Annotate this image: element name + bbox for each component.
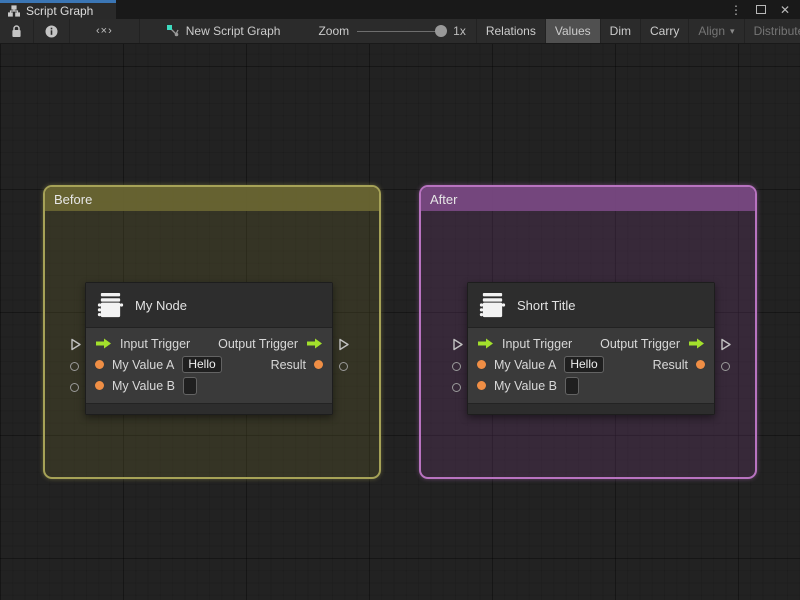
port-row-triggers: Input Trigger Output Trigger [86,333,332,354]
tab-bar: Script Graph ⋮ ✕ [0,0,800,19]
port-row-value-b: My Value B [468,375,714,396]
result-port-icon[interactable] [339,362,348,371]
input-trigger-port-icon[interactable] [70,338,82,351]
group-before-label: Before [54,191,93,207]
flow-arrow-icon[interactable] [477,338,494,349]
info-button[interactable] [34,19,70,43]
values-button[interactable]: Values [545,19,601,43]
node-my-node[interactable]: My Node Input Trigger Output Trigger My … [70,282,349,415]
zoom-label: Zoom [318,24,350,38]
result-label: Result [270,357,306,372]
flow-arrow-icon[interactable] [688,338,705,349]
value-port-icon[interactable] [477,381,486,390]
value-b-input[interactable] [565,376,579,395]
value-port-icon[interactable] [696,360,705,369]
port-row-value-a: My Value A Hello Result [468,354,714,375]
new-script-graph-label: New Script Graph [185,24,281,38]
lock-icon [11,24,22,38]
zoom-slider-thumb[interactable] [435,25,448,37]
result-label: Result [652,357,688,372]
toolbar-right-group: Relations Values Dim Carry Align ▾ Distri… [477,19,800,43]
value-a-port-icon[interactable] [452,362,461,371]
output-trigger-port-icon[interactable] [338,338,350,351]
node-title: Short Title [517,297,576,313]
distribute-dropdown[interactable]: Distribute▾ [745,19,800,43]
clear-errors-button[interactable]: ‹×› [70,19,140,43]
relations-button[interactable]: Relations [477,19,546,43]
output-trigger-label: Output Trigger [600,336,680,351]
value-port-icon[interactable] [477,360,486,369]
align-label: Align [698,24,726,38]
graph-canvas[interactable]: Before After My Node Input Trigger Outpu… [0,44,800,600]
relations-label: Relations [485,24,536,38]
value-port-icon[interactable] [314,360,323,369]
value-a-label: My Value A [112,357,175,372]
output-trigger-port-icon[interactable] [720,338,732,351]
window-controls: ⋮ ✕ [730,0,800,19]
graph-toolbar: ‹×› New Script Graph Zoom 1x Relations V… [0,19,800,44]
tab-script-graph[interactable]: Script Graph [0,0,116,19]
node-short-title-body: Input Trigger Output Trigger My Value A … [468,328,714,400]
input-trigger-port-icon[interactable] [452,338,464,351]
dim-button[interactable]: Dim [601,19,641,43]
port-row-triggers: Input Trigger Output Trigger [468,333,714,354]
close-icon[interactable]: ✕ [780,3,790,17]
carry-button[interactable]: Carry [641,19,690,43]
hierarchy-icon [8,5,20,17]
unit-icon [479,292,506,319]
value-port-icon[interactable] [95,381,104,390]
input-trigger-label: Input Trigger [502,336,573,351]
value-a-port-icon[interactable] [70,362,79,371]
tab-title: Script Graph [26,4,94,18]
value-a-input[interactable]: Hello [564,356,604,373]
node-my-node-body: Input Trigger Output Trigger My Value A … [86,328,332,400]
window-menu-icon[interactable]: ⋮ [730,3,742,17]
node-short-title[interactable]: Short Title Input Trigger Output Trigger [452,282,731,415]
maximize-icon[interactable] [755,5,766,14]
distribute-label: Distribute [753,24,800,38]
port-row-value-b: My Value B [86,375,332,396]
flow-arrow-icon[interactable] [306,338,323,349]
value-a-input[interactable]: Hello [182,356,222,373]
chevron-down-icon: ▾ [730,25,735,36]
value-b-input[interactable] [183,376,197,395]
node-title: My Node [135,297,188,313]
unit-icon [97,292,124,319]
group-after-label: After [430,191,458,207]
node-footer [86,403,332,414]
graph-icon [166,24,180,38]
port-row-value-a: My Value A Hello Result [86,354,332,375]
value-b-port-icon[interactable] [452,383,461,392]
tabbar-spacer [116,0,730,19]
lock-button[interactable] [0,19,34,43]
code-icon: ‹×› [96,25,113,37]
zoom-control: Zoom 1x [308,19,477,43]
node-footer [468,403,714,414]
values-label: Values [554,24,591,38]
zoom-value: 1x [453,24,466,38]
align-dropdown[interactable]: Align ▾ [689,19,745,43]
zoom-slider[interactable] [357,25,448,37]
node-short-title-header[interactable]: Short Title [468,283,714,328]
value-b-port-icon[interactable] [70,383,79,392]
group-before-header[interactable]: Before [45,187,379,211]
carry-label: Carry [650,24,680,38]
new-script-graph-button[interactable]: New Script Graph [154,19,293,43]
value-port-icon[interactable] [95,360,104,369]
script-graph-window: Script Graph ⋮ ✕ ‹×› New Script Graph Zo… [0,0,800,600]
dim-label: Dim [609,24,631,38]
input-trigger-label: Input Trigger [120,336,191,351]
flow-arrow-icon[interactable] [95,338,112,349]
node-my-node-header[interactable]: My Node [86,283,332,328]
result-port-icon[interactable] [721,362,730,371]
group-after-header[interactable]: After [421,187,755,211]
value-b-label: My Value B [494,378,557,393]
value-a-label: My Value A [494,357,557,372]
info-icon [45,25,58,38]
output-trigger-label: Output Trigger [218,336,298,351]
value-b-label: My Value B [112,378,175,393]
